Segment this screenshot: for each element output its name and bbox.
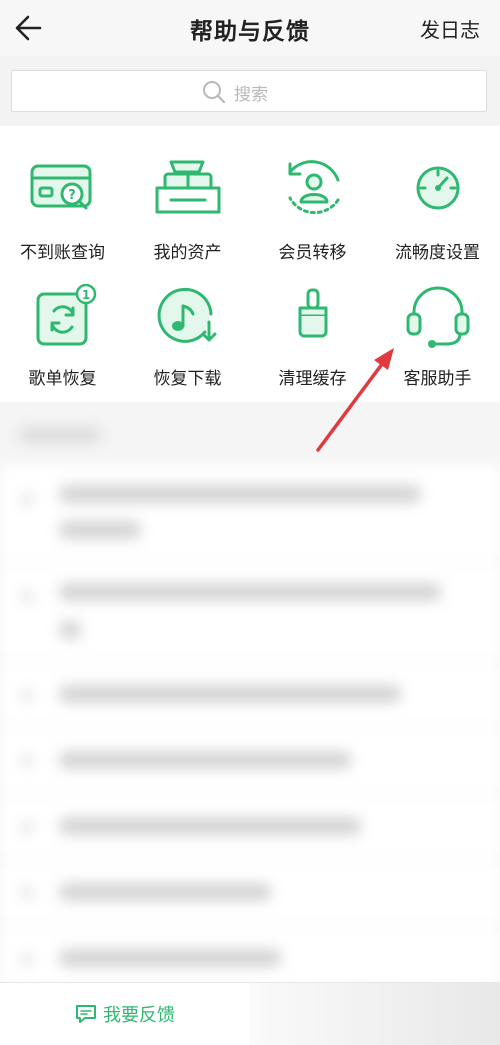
feedback-label: 我要反馈 <box>103 1005 175 1026</box>
faq-item[interactable] <box>0 464 500 562</box>
comment-icon <box>76 1005 96 1023</box>
list-bullet <box>22 822 32 832</box>
headset-icon <box>406 286 469 348</box>
grid-label: 清理缓存 <box>278 369 347 389</box>
grid-item-my-assets[interactable]: 我的资产 <box>125 158 250 263</box>
list-bullet <box>22 954 32 964</box>
faq-item[interactable] <box>0 662 500 728</box>
faq-text-placeholder <box>60 622 80 638</box>
faq-text-placeholder <box>60 686 400 702</box>
brush-icon <box>298 288 327 338</box>
faq-text-placeholder <box>60 752 350 768</box>
grid-label: 流畅度设置 <box>395 243 480 263</box>
send-log-button[interactable]: 发日志 <box>420 14 480 43</box>
grid-item-smoothness-settings[interactable]: 流畅度设置 <box>375 158 500 263</box>
list-bullet <box>22 494 32 504</box>
faq-item[interactable] <box>0 562 500 662</box>
faq-text-placeholder <box>60 584 440 600</box>
top-bar: 帮助与反馈 发日志 <box>0 0 500 56</box>
list-bullet <box>22 592 32 602</box>
user-transfer-icon <box>288 160 339 215</box>
faq-text-placeholder <box>60 884 270 900</box>
faq-text-placeholder <box>60 486 420 502</box>
faq-item[interactable] <box>0 926 500 982</box>
faq-text-placeholder <box>60 818 360 834</box>
playlist-restore-icon: 1 <box>36 284 96 346</box>
faq-item[interactable] <box>0 728 500 794</box>
grid-item-restore-download[interactable]: 恢复下载 <box>125 284 250 389</box>
music-download-icon <box>157 287 216 343</box>
shortcut-grid: ? 不到账查询 我的资产 会员转移 流畅度设置 1 歌单恢复 恢复下载 清理缓存… <box>0 126 500 402</box>
grid-label: 会员转移 <box>278 243 347 263</box>
search-placeholder: 搜索 <box>234 84 268 105</box>
faq-text-placeholder <box>60 522 140 538</box>
svg-text:1: 1 <box>81 288 89 302</box>
grid-item-customer-service[interactable]: 客服助手 <box>375 284 500 389</box>
grid-item-playlist-restore[interactable]: 1 歌单恢复 <box>0 284 125 389</box>
grid-label: 恢复下载 <box>153 369 222 389</box>
faq-section <box>0 402 500 982</box>
grid-item-not-received[interactable]: ? 不到账查询 <box>0 158 125 263</box>
faq-text-placeholder <box>60 950 280 966</box>
svg-text:?: ? <box>68 188 76 203</box>
grid-label: 客服助手 <box>403 369 472 389</box>
bottom-bar: 我要反馈 <box>0 982 500 1045</box>
gift-box-icon <box>155 160 220 214</box>
feedback-button[interactable]: 我要反馈 <box>0 983 251 1045</box>
faq-item[interactable] <box>0 794 500 860</box>
grid-label: 不到账查询 <box>20 243 105 263</box>
grid-item-member-transfer[interactable]: 会员转移 <box>250 158 375 263</box>
gauge-icon <box>416 166 459 210</box>
grid-item-clear-cache[interactable]: 清理缓存 <box>250 284 375 389</box>
search-icon <box>203 81 226 104</box>
list-bullet <box>22 690 32 700</box>
grid-label: 我的资产 <box>153 243 222 263</box>
faq-item[interactable] <box>0 860 500 926</box>
list-bullet <box>22 888 32 898</box>
list-bullet <box>22 756 32 766</box>
footer-right-area <box>250 983 500 1045</box>
faq-header-placeholder <box>20 428 100 442</box>
search-input[interactable]: 搜索 <box>11 70 487 112</box>
grid-label: 歌单恢复 <box>28 369 97 389</box>
faq-list <box>0 464 500 982</box>
faq-blurred-content <box>0 402 500 982</box>
card-search-icon: ? <box>30 164 91 210</box>
